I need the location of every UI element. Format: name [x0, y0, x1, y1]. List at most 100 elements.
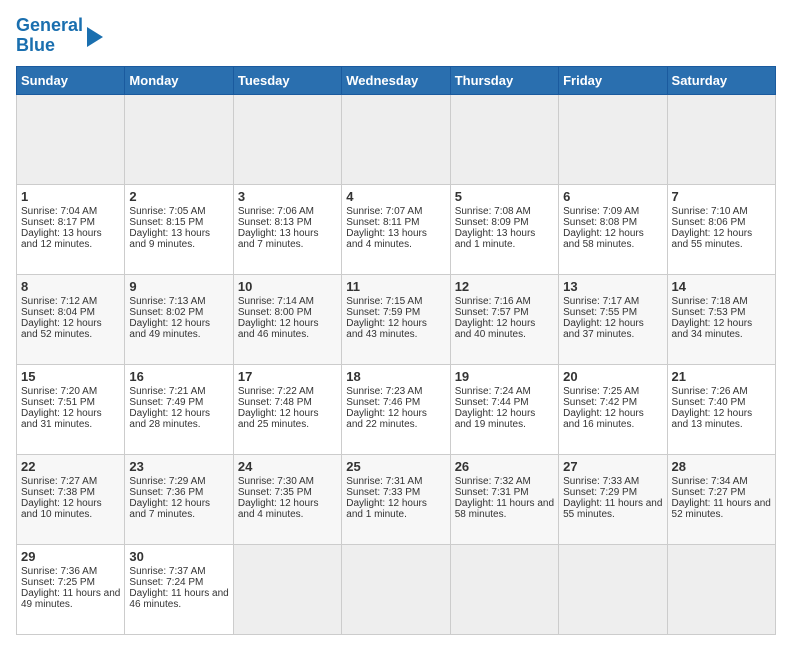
day-header-friday: Friday: [559, 66, 667, 94]
day-number: 19: [455, 369, 554, 384]
calendar-cell: [342, 94, 450, 184]
day-number: 1: [21, 189, 120, 204]
sunset-label: Sunset: 8:00 PM: [238, 307, 312, 318]
sunrise-label: Sunrise: 7:21 AM: [129, 386, 205, 397]
daylight-label: Daylight: 12 hours and 49 minutes.: [129, 318, 210, 340]
daylight-label: Daylight: 11 hours and 58 minutes.: [455, 498, 554, 520]
sunset-label: Sunset: 7:53 PM: [672, 307, 746, 318]
calendar-cell: 17Sunrise: 7:22 AMSunset: 7:48 PMDayligh…: [233, 364, 341, 454]
sunrise-label: Sunrise: 7:32 AM: [455, 476, 531, 487]
sunrise-label: Sunrise: 7:16 AM: [455, 296, 531, 307]
daylight-label: Daylight: 13 hours and 12 minutes.: [21, 228, 102, 250]
sunrise-label: Sunrise: 7:05 AM: [129, 206, 205, 217]
day-number: 26: [455, 459, 554, 474]
daylight-label: Daylight: 12 hours and 40 minutes.: [455, 318, 536, 340]
day-number: 6: [563, 189, 662, 204]
calendar-cell: 15Sunrise: 7:20 AMSunset: 7:51 PMDayligh…: [17, 364, 125, 454]
calendar-week-3: 15Sunrise: 7:20 AMSunset: 7:51 PMDayligh…: [17, 364, 776, 454]
calendar-cell: 20 Sunrise: 7:25 AMSunset: 7:42 PMDayligh…: [559, 364, 667, 454]
sunrise-label: Sunrise: 7:10 AM: [672, 206, 748, 217]
sunset-label: Sunset: 8:02 PM: [129, 307, 203, 318]
day-number: 14: [672, 279, 771, 294]
sunset-label: Sunset: 7:36 PM: [129, 487, 203, 498]
sunrise-label: Sunrise: 7:07 AM: [346, 206, 422, 217]
calendar-cell: [233, 544, 341, 634]
sunrise-label: Sunrise: 7:09 AM: [563, 206, 639, 217]
sunset-label: Sunset: 7:48 PM: [238, 397, 312, 408]
day-number: 15: [21, 369, 120, 384]
day-number: 8: [21, 279, 120, 294]
calendar-cell: [342, 544, 450, 634]
sunrise-label: Sunrise: 7:20 AM: [21, 386, 97, 397]
sunset-label: Sunset: 7:42 PM: [563, 397, 637, 408]
sunset-label: Sunset: 7:35 PM: [238, 487, 312, 498]
page-header: General Blue: [16, 16, 776, 56]
sunrise-label: Sunrise: 7:13 AM: [129, 296, 205, 307]
calendar-cell: 4Sunrise: 7:07 AMSunset: 8:11 PMDaylight…: [342, 184, 450, 274]
day-number: 12: [455, 279, 554, 294]
sunrise-label: Sunrise: 7:12 AM: [21, 296, 97, 307]
sunset-label: Sunset: 7:44 PM: [455, 397, 529, 408]
day-number: 27: [563, 459, 662, 474]
calendar-cell: 30Sunrise: 7:37 AMSunset: 7:24 PMDayligh…: [125, 544, 233, 634]
calendar-cell: 27Sunrise: 7:33 AMSunset: 7:29 PMDayligh…: [559, 454, 667, 544]
sunset-label: Sunset: 8:11 PM: [346, 217, 419, 228]
day-header-thursday: Thursday: [450, 66, 558, 94]
calendar-cell: 21Sunrise: 7:26 AMSunset: 7:40 PMDayligh…: [667, 364, 775, 454]
calendar-cell: 1Sunrise: 7:04 AMSunset: 8:17 PMDaylight…: [17, 184, 125, 274]
calendar-cell: [17, 94, 125, 184]
calendar-week-0: [17, 94, 776, 184]
sunrise-label: Sunrise: 7:25 AM: [563, 386, 639, 397]
calendar-cell: [667, 544, 775, 634]
calendar-cell: 26 Sunrise: 7:32 AMSunset: 7:31 PMDayligh…: [450, 454, 558, 544]
sunrise-label: Sunrise: 7:08 AM: [455, 206, 531, 217]
day-number: 4: [346, 189, 445, 204]
sunset-label: Sunset: 8:17 PM: [21, 217, 95, 228]
calendar-cell: 16Sunrise: 7:21 AMSunset: 7:49 PMDayligh…: [125, 364, 233, 454]
daylight-label: Daylight: 12 hours and 58 minutes.: [563, 228, 644, 250]
calendar-cell: 19Sunrise: 7:24 AMSunset: 7:44 PMDayligh…: [450, 364, 558, 454]
day-number: 23: [129, 459, 228, 474]
calendar-cell: [125, 94, 233, 184]
calendar-cell: [667, 94, 775, 184]
daylight-label: Daylight: 12 hours and 22 minutes.: [346, 408, 427, 430]
day-number: 20: [563, 369, 662, 384]
calendar-cell: 24Sunrise: 7:30 AMSunset: 7:35 PMDayligh…: [233, 454, 341, 544]
sunset-label: Sunset: 8:06 PM: [672, 217, 746, 228]
calendar-cell: [233, 94, 341, 184]
sunrise-label: Sunrise: 7:17 AM: [563, 296, 639, 307]
calendar-cell: 12Sunrise: 7:16 AMSunset: 7:57 PMDayligh…: [450, 274, 558, 364]
calendar-cell: 10Sunrise: 7:14 AMSunset: 8:00 PMDayligh…: [233, 274, 341, 364]
calendar-cell: 5Sunrise: 7:08 AMSunset: 8:09 PMDaylight…: [450, 184, 558, 274]
sunset-label: Sunset: 7:25 PM: [21, 577, 95, 588]
sunset-label: Sunset: 8:08 PM: [563, 217, 637, 228]
calendar-cell: 13Sunrise: 7:17 AMSunset: 7:55 PMDayligh…: [559, 274, 667, 364]
sunset-label: Sunset: 7:31 PM: [455, 487, 529, 498]
day-number: 29: [21, 549, 120, 564]
calendar-week-1: 1Sunrise: 7:04 AMSunset: 8:17 PMDaylight…: [17, 184, 776, 274]
day-number: 7: [672, 189, 771, 204]
sunset-label: Sunset: 8:04 PM: [21, 307, 95, 318]
logo-text2: Blue: [16, 36, 83, 56]
daylight-label: Daylight: 12 hours and 28 minutes.: [129, 408, 210, 430]
daylight-label: Daylight: 12 hours and 1 minute.: [346, 498, 427, 520]
daylight-label: Daylight: 12 hours and 34 minutes.: [672, 318, 753, 340]
day-number: 11: [346, 279, 445, 294]
sunrise-label: Sunrise: 7:06 AM: [238, 206, 314, 217]
calendar-cell: [559, 544, 667, 634]
calendar-cell: 14 Sunrise: 7:18 AMSunset: 7:53 PMDayligh…: [667, 274, 775, 364]
calendar-cell: [450, 544, 558, 634]
sunrise-label: Sunrise: 7:30 AM: [238, 476, 314, 487]
calendar-cell: 28Sunrise: 7:34 AMSunset: 7:27 PMDayligh…: [667, 454, 775, 544]
day-number: 21: [672, 369, 771, 384]
calendar-cell: 9Sunrise: 7:13 AMSunset: 8:02 PMDaylight…: [125, 274, 233, 364]
daylight-label: Daylight: 12 hours and 16 minutes.: [563, 408, 644, 430]
sunrise-label: Sunrise: 7:23 AM: [346, 386, 422, 397]
daylight-label: Daylight: 11 hours and 52 minutes.: [672, 498, 771, 520]
daylight-label: Daylight: 11 hours and 49 minutes.: [21, 588, 120, 610]
calendar-week-2: 8 Sunrise: 7:12 AMSunset: 8:04 PM Daylight…: [17, 274, 776, 364]
day-header-wednesday: Wednesday: [342, 66, 450, 94]
sunrise-label: Sunrise: 7:18 AM: [672, 296, 748, 307]
calendar-table: SundayMondayTuesdayWednesdayThursdayFrid…: [16, 66, 776, 635]
sunrise-label: Sunrise: 7:29 AM: [129, 476, 205, 487]
